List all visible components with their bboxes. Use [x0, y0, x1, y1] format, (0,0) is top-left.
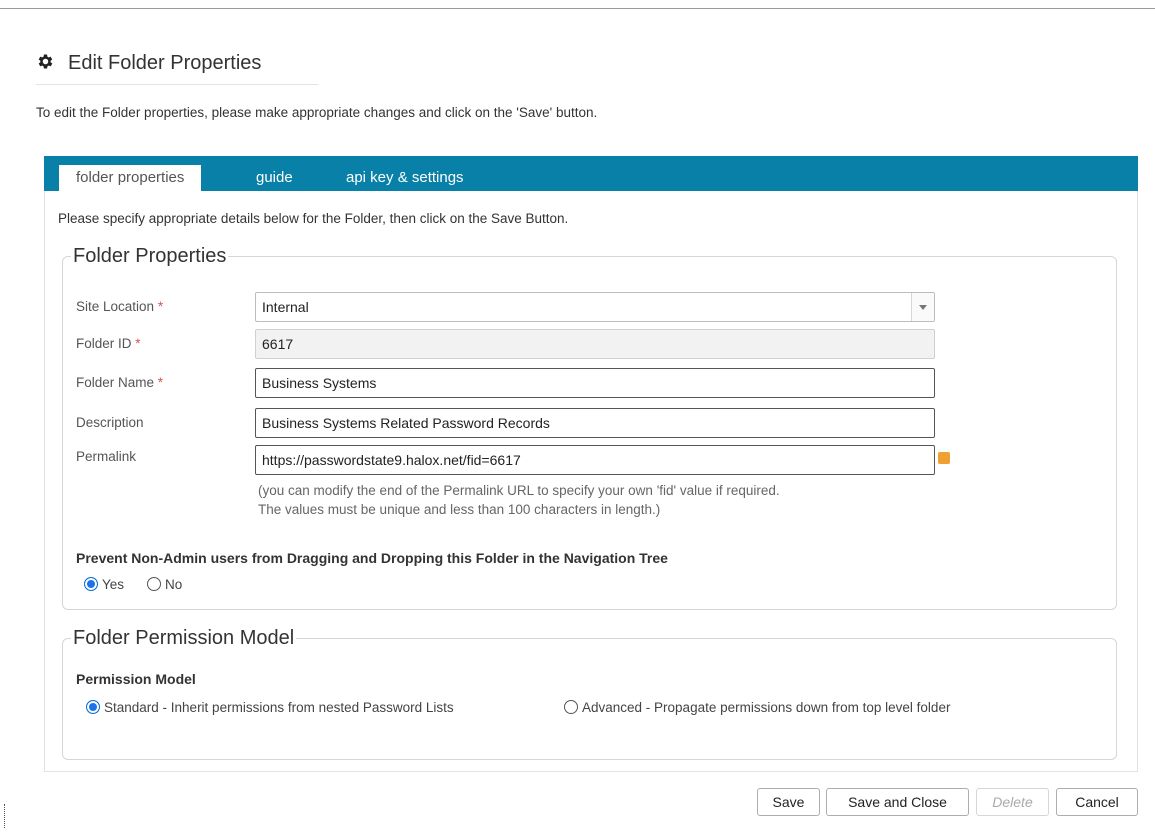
description-input[interactable]: Business Systems Related Password Record… — [255, 408, 935, 438]
required-mark: * — [157, 299, 164, 314]
intro-text: To edit the Folder properties, please ma… — [36, 105, 598, 120]
site-location-select[interactable]: Internal — [255, 292, 935, 322]
prevent-drag-no-label[interactable]: No — [165, 577, 182, 592]
required-mark: * — [135, 336, 141, 351]
site-location-value: Internal — [262, 299, 309, 315]
page-header: Edit Folder Properties — [36, 50, 318, 85]
prevent-drag-yes-label[interactable]: Yes — [102, 577, 124, 592]
prevent-drag-label: Prevent Non-Admin users from Dragging an… — [76, 550, 668, 566]
permalink-input[interactable]: https://passwordstate9.halox.net/fid=661… — [255, 445, 935, 475]
gear-icon — [38, 54, 53, 69]
page-title: Edit Folder Properties — [68, 52, 262, 74]
permalink-help: (you can modify the end of the Permalink… — [258, 483, 780, 517]
tab-bar: folder properties guide api key & settin… — [44, 156, 1138, 191]
permission-model-legend: Folder Permission Model — [73, 627, 295, 649]
required-mark: * — [157, 375, 164, 390]
save-and-close-button[interactable]: Save and Close — [826, 788, 969, 816]
permission-advanced-label[interactable]: Advanced - Propagate permissions down fr… — [582, 700, 950, 715]
cancel-button[interactable]: Cancel — [1056, 788, 1138, 816]
tab-api-key-settings[interactable]: api key & settings — [346, 165, 464, 191]
site-location-label: Site Location * — [76, 299, 164, 314]
folder-name-input[interactable]: Business Systems — [255, 368, 935, 398]
prevent-drag-yes-radio[interactable] — [84, 577, 98, 591]
save-button[interactable]: Save — [757, 788, 820, 816]
folder-id-label: Folder ID * — [76, 336, 141, 351]
tab-folder-properties[interactable]: folder properties — [59, 165, 202, 191]
chevron-down-icon[interactable] — [911, 293, 934, 321]
resize-handle — [4, 804, 6, 828]
folder-properties-legend: Folder Properties — [73, 245, 227, 267]
permalink-label: Permalink — [76, 449, 137, 464]
prevent-drag-no-radio[interactable] — [147, 577, 161, 591]
permission-advanced-radio[interactable] — [564, 700, 578, 714]
tab-guide[interactable]: guide — [256, 165, 293, 191]
permission-standard-label[interactable]: Standard - Inherit permissions from nest… — [104, 700, 454, 715]
top-divider — [0, 8, 1155, 9]
folder-name-label: Folder Name * — [76, 375, 164, 390]
description-label: Description — [76, 415, 144, 430]
copy-icon[interactable] — [938, 452, 950, 464]
permission-model-group: Folder Permission Model — [62, 628, 1117, 760]
permission-model-label: Permission Model — [76, 671, 196, 687]
folder-id-field: 6617 — [255, 329, 935, 359]
permission-standard-radio[interactable] — [86, 700, 100, 714]
delete-button: Delete — [976, 788, 1049, 816]
panel-note: Please specify appropriate details below… — [58, 211, 569, 226]
